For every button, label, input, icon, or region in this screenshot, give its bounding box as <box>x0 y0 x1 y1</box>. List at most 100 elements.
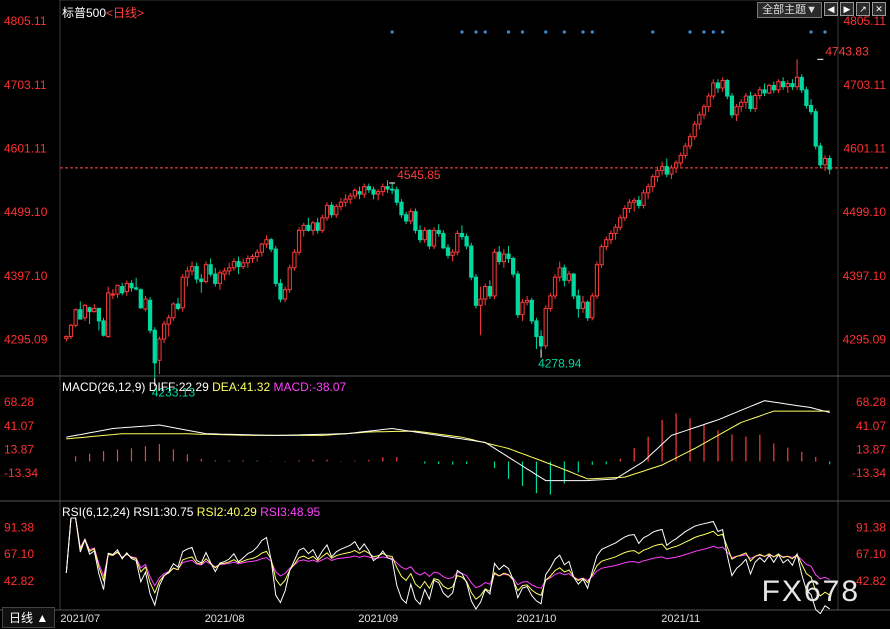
candle-body <box>445 247 451 256</box>
candle-body <box>338 201 344 208</box>
period-label[interactable]: <日线> <box>106 6 144 20</box>
x-date-label: 2021/07 <box>60 613 100 625</box>
candle-body <box>780 81 786 88</box>
candle-body <box>301 224 306 231</box>
macd-y-tick-right: -13.34 <box>852 466 886 480</box>
candle-body <box>78 309 83 320</box>
next-icon[interactable]: ▶ <box>840 2 854 16</box>
candle-body <box>343 198 348 203</box>
candle-body <box>115 284 120 295</box>
candle-body <box>255 251 260 258</box>
watermark: FX678 <box>761 575 860 608</box>
diff-line <box>66 400 830 482</box>
candle-body <box>385 186 390 190</box>
close-icon[interactable]: ✕ <box>872 2 886 16</box>
candle-body <box>748 95 753 110</box>
x-date-label: 2021/11 <box>661 613 700 625</box>
candle-body <box>813 111 818 147</box>
candle-body <box>706 95 711 108</box>
candle-body <box>366 186 372 191</box>
candle-body <box>683 145 688 156</box>
event-marker <box>520 30 525 34</box>
candle-body <box>268 239 274 250</box>
candle-body <box>185 270 190 278</box>
rsi-legend: RSI(6,12,24) RSI1:30.75 RSI2:40.29 RSI3:… <box>62 505 320 519</box>
macd-diff-label: DIFF:22.29 <box>148 380 209 394</box>
candle-body <box>417 229 423 241</box>
candle-body <box>180 276 185 309</box>
candle-body <box>273 248 278 284</box>
candle-body <box>413 211 418 231</box>
candle-body <box>124 282 129 293</box>
rsi-y-tick-left: 91.38 <box>4 520 34 534</box>
candle-body <box>562 267 567 281</box>
candle-body <box>827 158 832 170</box>
candle-body <box>199 278 204 283</box>
candle-body <box>757 89 762 96</box>
theme-select[interactable]: 全部主题▼ <box>757 2 822 18</box>
y-tick-left: 4703.11 <box>4 78 47 92</box>
export-icon[interactable]: ↗ <box>856 2 870 16</box>
prev-icon[interactable]: ◀ <box>824 2 838 16</box>
candle-body <box>120 286 125 294</box>
candle-body <box>492 251 497 297</box>
candle-body <box>678 154 683 164</box>
candle-body <box>762 89 767 94</box>
y-tick-left: 4499.10 <box>4 205 48 219</box>
candle-body <box>622 207 628 219</box>
candle-body <box>585 301 590 319</box>
candle-body <box>362 186 367 195</box>
y-tick-right: 4499.10 <box>843 205 887 219</box>
y-tick-left: 4805.11 <box>4 14 47 28</box>
candle-body <box>450 251 455 256</box>
event-marker <box>390 30 394 34</box>
event-marker <box>460 30 464 34</box>
candle-body <box>552 276 558 297</box>
event-marker <box>702 30 706 34</box>
y-tick-right: 4601.11 <box>844 141 887 155</box>
macd-y-tick-right: 68.28 <box>856 395 886 409</box>
y-tick-left: 4601.11 <box>4 141 47 155</box>
macd-title: MACD(26,12,9) <box>62 380 146 394</box>
candle-body <box>548 295 553 309</box>
candle-body <box>697 114 702 125</box>
candle-body <box>641 192 646 206</box>
candle-body <box>543 307 548 347</box>
candle-body <box>441 232 446 249</box>
candle-body <box>175 303 181 309</box>
candle-body <box>497 251 502 263</box>
candle-body <box>152 329 157 364</box>
x-date-label: 2021/09 <box>358 613 398 625</box>
event-marker <box>544 30 548 34</box>
candle-body <box>650 176 655 188</box>
candle-body <box>282 289 288 300</box>
candle-body <box>106 292 111 338</box>
chart-header: 标普500<日线> <box>62 4 144 21</box>
candle-body <box>157 338 162 361</box>
candle-body <box>534 320 539 338</box>
candle-body <box>469 245 474 278</box>
candle-body <box>655 169 660 178</box>
candle-body <box>259 243 264 253</box>
candle-body <box>566 273 572 281</box>
candle-body <box>594 264 600 297</box>
candle-body <box>571 273 576 297</box>
event-marker <box>711 30 715 34</box>
candle-body <box>217 272 223 284</box>
candle-body <box>673 162 679 169</box>
candle-body <box>394 189 399 203</box>
candle-body <box>478 298 483 306</box>
candle-body <box>101 320 106 336</box>
candle-body <box>222 270 227 275</box>
instrument-title: 标普500 <box>62 6 107 20</box>
candle-body <box>129 282 134 289</box>
event-marker <box>590 30 594 34</box>
candle-body <box>138 289 143 309</box>
period-tab[interactable]: 日线 ▲ <box>2 607 56 628</box>
macd-legend: MACD(26,12,9) DIFF:22.29 DEA:41.32 MACD:… <box>62 380 346 394</box>
candle-body <box>147 299 153 331</box>
candle-body <box>729 95 735 116</box>
candle-body <box>636 199 641 206</box>
candle-body <box>506 253 511 259</box>
event-marker <box>483 30 487 34</box>
